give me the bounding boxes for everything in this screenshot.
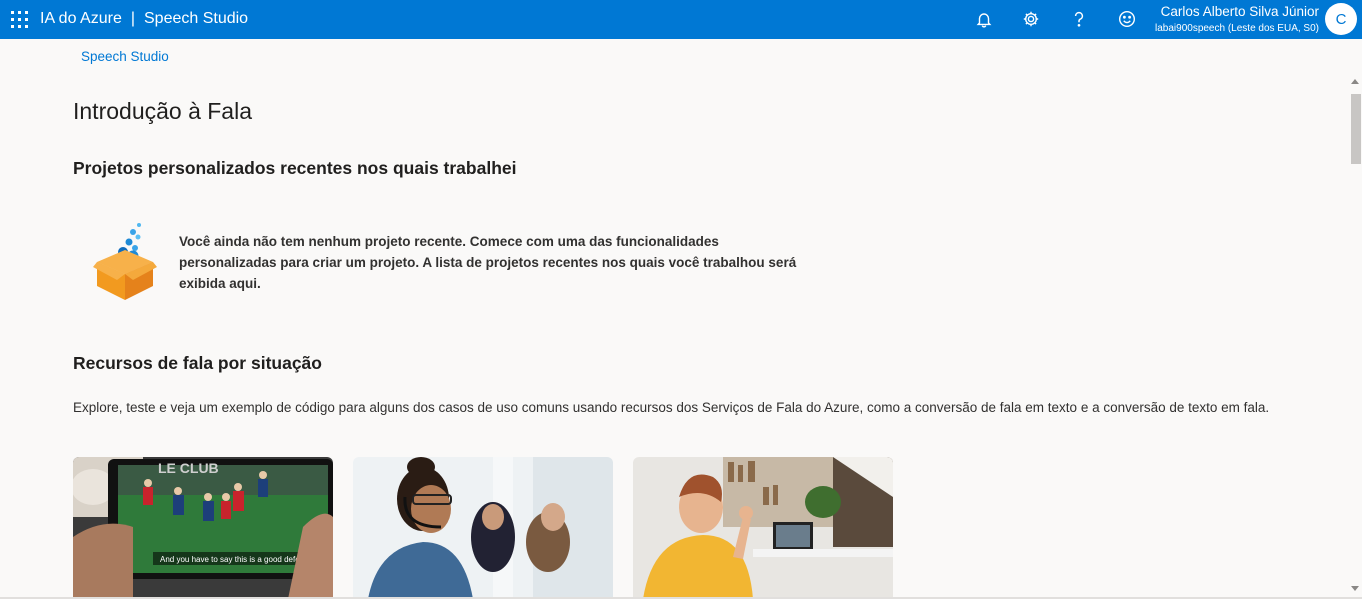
page-title: Introdução à Fala <box>73 98 253 124</box>
top-bar: IA do Azure | Speech Studio Carlos Alberto… <box>0 0 1362 39</box>
scroll-up-icon[interactable] <box>1351 79 1359 84</box>
scenario-card-call-center[interactable] <box>353 457 613 599</box>
empty-box-icon <box>93 222 157 302</box>
caption-text: And you have to say this is a good defen… <box>160 555 315 564</box>
product-title[interactable]: Speech Studio <box>144 10 248 27</box>
user-name[interactable]: Carlos Alberto Silva Júnior <box>1161 4 1319 19</box>
scenario-card-captioning[interactable]: LE CLUB And you have to say this is a go… <box>73 457 333 599</box>
app-title[interactable]: IA do Azure <box>40 10 122 27</box>
avatar[interactable]: C <box>1325 3 1357 35</box>
scenarios-description: Explore, teste e veja um exemplo de códi… <box>73 400 1270 415</box>
waffle-icon[interactable] <box>11 11 28 28</box>
bell-icon[interactable] <box>973 8 995 30</box>
breadcrumb-speech-studio[interactable]: Speech Studio <box>81 49 169 64</box>
captioning-image: LE CLUB And you have to say this is a go… <box>73 457 333 599</box>
video-call-image <box>633 457 893 599</box>
scroll-thumb[interactable] <box>1351 94 1361 164</box>
help-icon[interactable] <box>1068 8 1090 30</box>
scroll-down-icon[interactable] <box>1351 586 1359 591</box>
brand-separator: | <box>130 10 135 27</box>
scenarios-title: Recursos de fala por situação <box>73 353 322 373</box>
empty-projects-message: Você ainda não tem nenhum projeto recent… <box>179 234 797 291</box>
recent-projects-title: Projetos personalizados recentes nos qua… <box>73 158 517 178</box>
svg-text:LE CLUB: LE CLUB <box>158 460 219 476</box>
brand: IA do Azure | Speech Studio <box>40 10 248 28</box>
gear-icon[interactable] <box>1020 8 1042 30</box>
user-resource[interactable]: labai900speech (Leste dos EUA, S0) <box>1155 23 1319 34</box>
scenario-card-video-call[interactable] <box>633 457 893 599</box>
smiley-icon[interactable] <box>1116 8 1138 30</box>
call-center-image <box>353 457 613 599</box>
